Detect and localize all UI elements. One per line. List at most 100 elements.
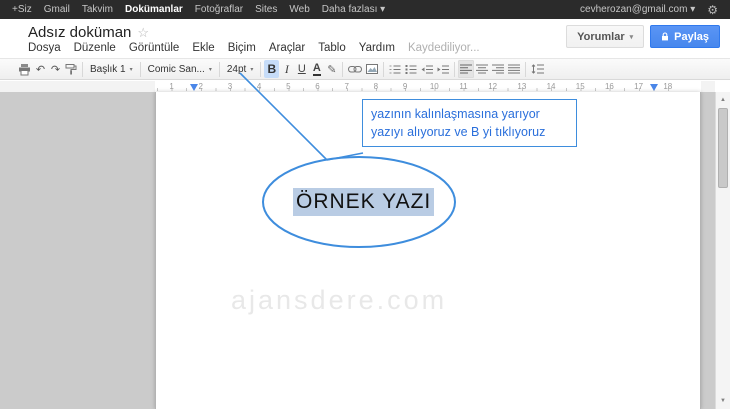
numbered-list-icon: [389, 65, 401, 73]
format-toolbar: ↶ ↷ Başlık 1 ▾ Comic San... ▾ 24pt ▾ B I…: [0, 58, 730, 80]
document-title[interactable]: Adsız doküman: [28, 24, 131, 41]
font-family-dropdown[interactable]: Comic San... ▾: [144, 60, 216, 78]
undo-icon: ↶: [35, 63, 46, 76]
toolbar-separator: [218, 61, 220, 77]
highlight-pen-icon: ✎: [327, 63, 337, 76]
googlebar-item-fotograflar[interactable]: Fotoğraflar: [195, 4, 243, 15]
insert-link-button[interactable]: [346, 60, 364, 78]
menu-bicim[interactable]: Biçim: [228, 42, 256, 54]
googlebar-item-gmail[interactable]: Gmail: [44, 4, 70, 15]
underline-button[interactable]: U: [294, 60, 309, 78]
chevron-down-icon: ▾: [250, 66, 254, 73]
comments-button-label: Yorumlar: [577, 30, 625, 43]
line-spacing-icon: [531, 64, 545, 74]
decrease-indent-button[interactable]: [419, 60, 435, 78]
font-size-dropdown[interactable]: 24pt ▾: [223, 60, 257, 78]
redo-icon: ↷: [50, 63, 61, 76]
paint-roller-icon: [65, 64, 77, 75]
right-indent-marker[interactable]: [650, 84, 658, 91]
paint-format-button[interactable]: [63, 60, 79, 78]
googlebar-item-takvim[interactable]: Takvim: [82, 4, 113, 15]
menu-dosya[interactable]: Dosya: [28, 42, 61, 54]
account-menu[interactable]: cevherozan@gmail.com ▾: [580, 4, 695, 15]
text-color-button[interactable]: A: [309, 60, 324, 78]
doc-header: Adsız doküman ☆ Dosya Düzenle Görüntüle …: [0, 19, 730, 58]
paragraph-style-value: Başlık 1: [90, 63, 126, 75]
bulleted-list-icon: [405, 64, 417, 74]
menu-araclar[interactable]: Araçlar: [269, 42, 305, 54]
googlebar-item-dokumanlar[interactable]: Dokümanlar: [125, 4, 183, 15]
vertical-scrollbar[interactable]: ▲ ▼: [715, 92, 730, 409]
highlight-color-button[interactable]: ✎: [324, 60, 339, 78]
document-canvas: ajansdere.com ÖRNEK YAZI yazının kalınla…: [0, 92, 730, 409]
toolbar-separator: [342, 61, 344, 77]
header-buttons: Yorumlar ▾ Paylaş: [566, 25, 720, 48]
link-icon: [348, 65, 363, 72]
align-right-button[interactable]: [490, 60, 506, 78]
bulleted-list-button[interactable]: [403, 60, 419, 78]
redo-button[interactable]: ↷: [48, 60, 63, 78]
annotation-callout-box: yazının kalınlaşmasına yarıyor yazıyı al…: [362, 99, 577, 148]
watermark-text: ajansdere.com: [231, 285, 448, 315]
bold-button[interactable]: B: [264, 60, 280, 78]
font-family-value: Comic San...: [147, 63, 205, 75]
menu-ekle[interactable]: Ekle: [192, 42, 214, 54]
image-icon: [366, 64, 379, 74]
scroll-up-arrow[interactable]: ▲: [716, 93, 730, 107]
title-row: Adsız doküman ☆: [28, 24, 149, 41]
toolbar-separator: [260, 61, 262, 77]
toolbar-separator: [525, 61, 527, 77]
outdent-icon: [421, 65, 434, 73]
comments-button[interactable]: Yorumlar ▾: [566, 25, 645, 48]
chevron-down-icon: ▾: [208, 66, 212, 73]
saving-status: Kaydediliyor...: [407, 42, 480, 54]
print-button[interactable]: [16, 60, 33, 78]
underline-icon: U: [297, 63, 306, 75]
undo-button[interactable]: ↶: [33, 60, 48, 78]
share-button-label: Paylaş: [674, 30, 709, 43]
italic-button[interactable]: I: [279, 60, 294, 78]
left-indent-marker[interactable]: [190, 84, 198, 91]
increase-indent-button[interactable]: [435, 60, 451, 78]
lock-icon: [662, 31, 669, 40]
align-center-button[interactable]: [474, 60, 490, 78]
align-left-button[interactable]: [458, 60, 475, 78]
toolbar-separator: [139, 61, 141, 77]
scrollbar-thumb[interactable]: [718, 108, 728, 188]
menu-duzenle[interactable]: Düzenle: [74, 42, 116, 54]
numbered-list-button[interactable]: [387, 60, 403, 78]
menu-tablo[interactable]: Tablo: [318, 42, 346, 54]
google-docs-window: { "topbar": { "items": ["+Siz", "Gmail",…: [0, 0, 730, 409]
font-size-value: 24pt: [226, 63, 247, 75]
paragraph-style-dropdown[interactable]: Başlık 1 ▾: [86, 60, 137, 78]
googlebar-item-web[interactable]: Web: [289, 4, 309, 15]
scroll-down-arrow[interactable]: ▼: [716, 394, 730, 408]
menu-bar: Dosya Düzenle Görüntüle Ekle Biçim Araçl…: [28, 42, 480, 54]
toolbar-separator: [383, 61, 385, 77]
bold-icon: B: [267, 62, 277, 76]
annotation-line-1: yazının kalınlaşmasına yarıyor: [371, 107, 540, 121]
toolbar-separator: [454, 61, 456, 77]
chevron-down-icon: ▾: [129, 66, 133, 73]
googlebar-item-more[interactable]: Daha fazlası ▾: [322, 4, 385, 15]
justify-button[interactable]: [506, 60, 522, 78]
menu-goruntule[interactable]: Görüntüle: [129, 42, 180, 54]
insert-image-button[interactable]: [364, 60, 380, 78]
align-left-icon: [460, 64, 473, 74]
googlebar-item-sites[interactable]: Sites: [255, 4, 277, 15]
chevron-down-icon: ▾: [629, 33, 634, 41]
document-selected-text[interactable]: ÖRNEK YAZI: [293, 188, 435, 216]
align-right-icon: [492, 64, 505, 74]
star-icon[interactable]: ☆: [137, 25, 149, 41]
share-button[interactable]: Paylaş: [650, 25, 720, 48]
italic-icon: I: [284, 61, 289, 76]
gear-icon[interactable]: ⚙: [707, 3, 718, 17]
google-bar: +Siz Gmail Takvim Dokümanlar Fotoğraflar…: [0, 0, 730, 19]
line-spacing-button[interactable]: [529, 60, 546, 78]
justify-icon: [508, 64, 521, 74]
menu-yardim[interactable]: Yardım: [359, 42, 395, 54]
googlebar-item-plus-siz[interactable]: +Siz: [12, 4, 32, 15]
align-center-icon: [476, 64, 489, 74]
text-color-icon: A: [312, 61, 321, 76]
toolbar-separator: [82, 61, 83, 77]
